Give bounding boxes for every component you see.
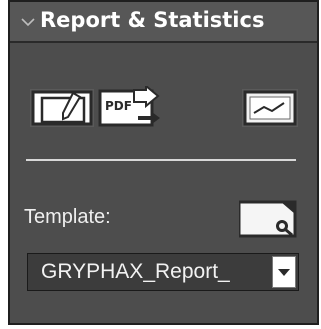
dropdown-arrow-icon: [278, 269, 290, 276]
template-preview-button[interactable]: [239, 196, 299, 238]
svg-text:PDF: PDF: [105, 99, 132, 113]
section-divider: [26, 159, 296, 161]
template-select[interactable]: GRYPHAX_Report_: [27, 253, 299, 291]
dropdown-arrow-button[interactable]: [272, 256, 296, 288]
panel-title: Report & Statistics: [40, 8, 265, 32]
panel-header[interactable]: Report & Statistics: [10, 2, 317, 43]
template-select-value: GRYPHAX_Report_: [41, 260, 230, 283]
statistics-button[interactable]: [242, 89, 298, 127]
chevron-down-icon[interactable]: [20, 16, 36, 28]
template-label: Template:: [24, 206, 111, 228]
edit-report-button[interactable]: [30, 89, 94, 127]
export-pdf-button[interactable]: PDF: [98, 86, 162, 128]
